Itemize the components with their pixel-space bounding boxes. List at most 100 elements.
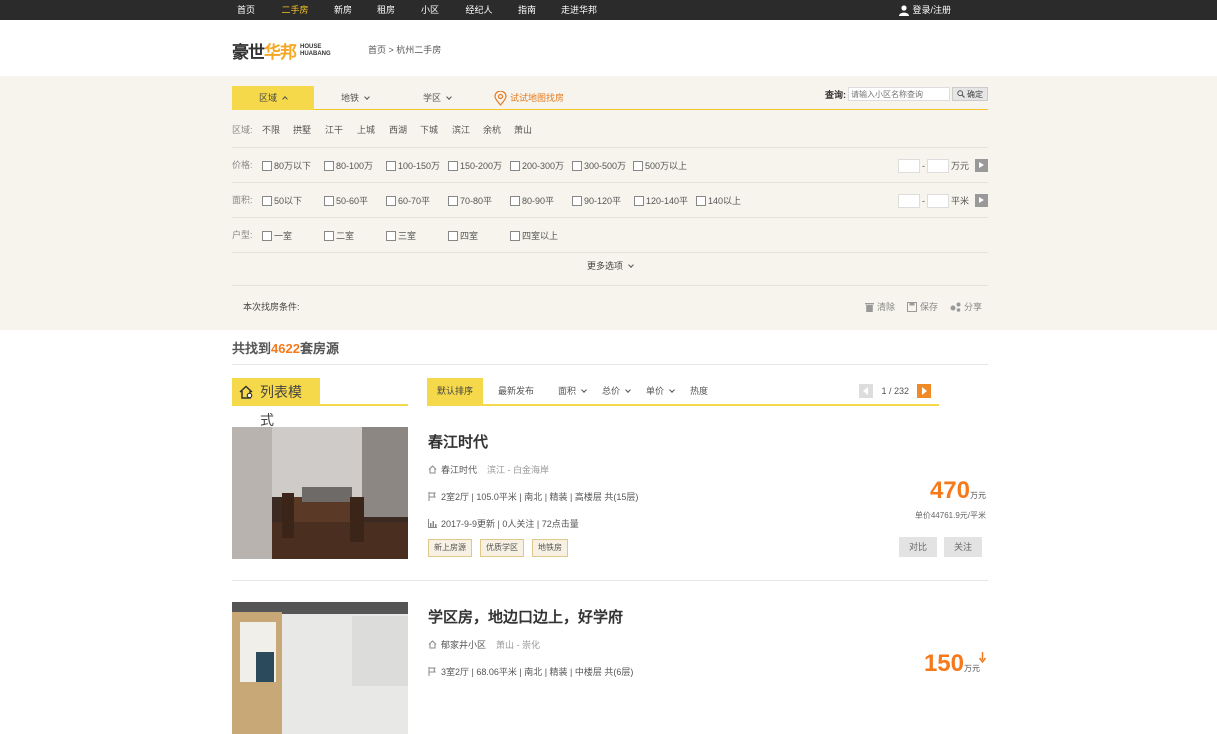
price-checkbox[interactable]: 100-150万 bbox=[386, 148, 440, 183]
price-max-input[interactable] bbox=[926, 158, 949, 173]
more-options-button[interactable]: 更多选项 bbox=[232, 251, 988, 286]
sort-newest[interactable]: 最新发布 bbox=[498, 378, 534, 404]
filter-panel: 区域 地铁 学区 试试地图找房 查询: 确定 区域: 不限 拱墅 江干 上城 西… bbox=[0, 76, 1217, 330]
listing-title[interactable]: 学区房，地边口边上，好学府 bbox=[428, 606, 623, 627]
community-location: 滨江 - 白金海岸 bbox=[487, 465, 550, 475]
tab-school[interactable]: 学区 bbox=[396, 86, 478, 110]
next-page-button[interactable] bbox=[917, 384, 931, 398]
arrow-down-icon bbox=[979, 652, 986, 663]
layout-checkbox[interactable]: 四室 bbox=[448, 218, 478, 253]
price-option-label: 80万以下 bbox=[274, 161, 312, 171]
pager: 1 / 232 bbox=[859, 384, 931, 398]
area-checkbox[interactable]: 140以上 bbox=[696, 183, 741, 218]
price-checkbox[interactable]: 150-200万 bbox=[448, 148, 502, 183]
price-unit: 万元 bbox=[970, 491, 986, 500]
district-option[interactable]: 江干 bbox=[325, 113, 343, 148]
area-checkbox[interactable]: 50以下 bbox=[262, 183, 302, 218]
price-option-label: 200-300万 bbox=[522, 161, 565, 171]
area-checkbox[interactable]: 80-90平 bbox=[510, 183, 554, 218]
layout-option-label: 三室 bbox=[398, 231, 417, 241]
flag-icon bbox=[428, 492, 436, 501]
price-range: - 万元 bbox=[897, 148, 988, 183]
price-unit: 万元 bbox=[964, 664, 980, 673]
area-unit: 平米 bbox=[950, 196, 969, 206]
nav-agent[interactable]: 经纪人 bbox=[462, 0, 496, 20]
sort-default[interactable]: 默认排序 bbox=[427, 378, 484, 404]
area-checkbox[interactable]: 70-80平 bbox=[448, 183, 492, 218]
area-max-input[interactable] bbox=[926, 193, 949, 208]
price-checkbox[interactable]: 300-500万 bbox=[572, 148, 626, 183]
map-search-link[interactable]: 试试地图找房 bbox=[494, 86, 564, 110]
area-checkbox[interactable]: 60-70平 bbox=[386, 183, 430, 218]
district-option[interactable]: 上城 bbox=[357, 113, 375, 148]
logo-text-part2: 华邦 bbox=[264, 43, 297, 62]
follow-button[interactable]: 关注 bbox=[944, 537, 983, 557]
nav-rent[interactable]: 租房 bbox=[372, 0, 400, 20]
price-option-label: 100-150万 bbox=[398, 161, 441, 171]
sort-unit-label: 单价 bbox=[646, 386, 665, 396]
district-option[interactable]: 不限 bbox=[262, 113, 280, 148]
breadcrumb[interactable]: 首页 > 杭州二手房 bbox=[368, 43, 441, 56]
listing-photo[interactable] bbox=[232, 602, 408, 734]
site-logo[interactable]: 豪世华邦 HOUSE HUABANG bbox=[232, 38, 331, 63]
layout-checkbox[interactable]: 四室以上 bbox=[510, 218, 558, 253]
share-button[interactable]: 分享 bbox=[950, 300, 982, 313]
price-checkbox[interactable]: 200-300万 bbox=[510, 148, 564, 183]
tab-district[interactable]: 区域 bbox=[232, 86, 314, 110]
district-option[interactable]: 滨江 bbox=[452, 113, 470, 148]
price-min-input[interactable] bbox=[897, 158, 920, 173]
area-min-input[interactable] bbox=[897, 193, 920, 208]
district-option[interactable]: 下城 bbox=[420, 113, 438, 148]
layout-option-label: 四室 bbox=[460, 231, 479, 241]
district-option[interactable]: 拱墅 bbox=[293, 113, 311, 148]
layout-checkbox[interactable]: 一室 bbox=[262, 218, 292, 253]
area-go-button[interactable] bbox=[975, 194, 988, 207]
home-icon bbox=[428, 640, 437, 649]
clear-button[interactable]: 清除 bbox=[864, 300, 895, 313]
sort-total-price[interactable]: 总价 bbox=[602, 378, 631, 404]
query-button-label: 确定 bbox=[967, 89, 983, 99]
chevron-down-icon bbox=[669, 387, 675, 393]
nav-community[interactable]: 小区 bbox=[417, 0, 443, 20]
price-checkbox[interactable]: 500万以上 bbox=[633, 148, 687, 183]
chevron-down-icon bbox=[625, 387, 631, 393]
nav-about[interactable]: 走进华邦 bbox=[558, 0, 600, 20]
listing-title[interactable]: 春江时代 bbox=[428, 431, 488, 452]
district-option[interactable]: 萧山 bbox=[514, 113, 532, 148]
top-nav: 首页 二手房 新房 租房 小区 经纪人 指南 走进华邦 登录/注册 bbox=[0, 0, 1217, 20]
area-checkbox[interactable]: 120-140平 bbox=[634, 183, 688, 218]
layout-checkbox[interactable]: 三室 bbox=[386, 218, 416, 253]
price-checkbox[interactable]: 80万以下 bbox=[262, 148, 311, 183]
sort-area[interactable]: 面积 bbox=[558, 378, 587, 404]
community-search-input[interactable] bbox=[848, 87, 950, 101]
area-row: 面积: 50以下 50-60平 60-70平 70-80平 80-90平 90-… bbox=[232, 183, 988, 218]
community-name[interactable]: 郁家井小区 bbox=[441, 638, 486, 651]
prev-page-button[interactable] bbox=[859, 384, 874, 398]
area-option-label: 70-80平 bbox=[460, 196, 493, 206]
listing-info: 3室2厅 | 68.06平米 | 南北 | 精装 | 中楼层 共(6层) bbox=[428, 665, 633, 678]
price-go-button[interactable] bbox=[975, 159, 988, 172]
sort-popularity[interactable]: 热度 bbox=[690, 378, 708, 404]
nav-newhouse[interactable]: 新房 bbox=[330, 0, 356, 20]
layout-option-label: 二室 bbox=[336, 231, 355, 241]
login-link[interactable]: 登录/注册 bbox=[899, 0, 951, 20]
nav-secondhand[interactable]: 二手房 bbox=[278, 0, 312, 20]
tab-subway-label: 地铁 bbox=[340, 93, 359, 103]
nav-guide[interactable]: 指南 bbox=[514, 0, 540, 20]
nav-home[interactable]: 首页 bbox=[232, 0, 260, 20]
district-option[interactable]: 余杭 bbox=[483, 113, 501, 148]
query-submit-button[interactable]: 确定 bbox=[952, 87, 988, 101]
layout-checkbox[interactable]: 二室 bbox=[324, 218, 354, 253]
district-option[interactable]: 西湖 bbox=[389, 113, 407, 148]
compare-button[interactable]: 对比 bbox=[899, 537, 938, 557]
sort-unit-price[interactable]: 单价 bbox=[646, 378, 675, 404]
tab-subway[interactable]: 地铁 bbox=[314, 86, 396, 110]
price-checkbox[interactable]: 80-100万 bbox=[324, 148, 373, 183]
area-checkbox[interactable]: 90-120平 bbox=[572, 183, 621, 218]
community-name[interactable]: 春江时代 bbox=[441, 463, 477, 476]
divider bbox=[232, 364, 988, 365]
save-button[interactable]: 保存 bbox=[906, 300, 938, 313]
listing-photo[interactable] bbox=[232, 427, 408, 559]
sort-total-label: 总价 bbox=[602, 386, 621, 396]
area-checkbox[interactable]: 50-60平 bbox=[324, 183, 368, 218]
